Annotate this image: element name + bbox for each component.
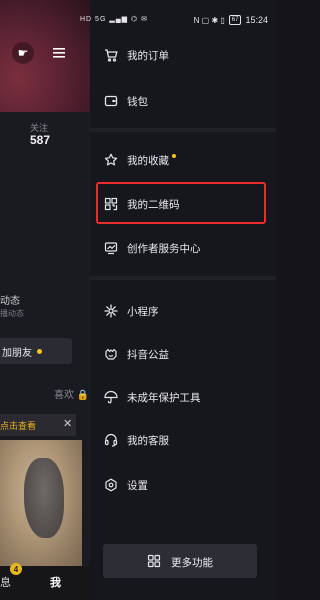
- dynamic-subtitle: 播动态: [0, 309, 24, 318]
- battery-icon: 67: [228, 15, 242, 25]
- drawer-item-settings[interactable]: 设置: [90, 470, 276, 500]
- drawer-item-label: 抖音公益: [127, 348, 169, 361]
- drawer-item-label: 设置: [127, 479, 148, 492]
- likes-tab[interactable]: 喜欢 🔒: [54, 386, 89, 401]
- wallet-icon: [104, 94, 118, 108]
- chart-icon: [104, 241, 118, 255]
- highlight-box: [96, 182, 266, 224]
- profile-page-background: ☛ 关注 587 动态 播动态 加朋友 喜欢 🔒 点击查看 ✕ 4 息 我: [0, 0, 90, 600]
- system-icons: N ▢ ✱ ▯ 67 15:24: [194, 15, 268, 25]
- drawer-item-miniprogram[interactable]: 小程序: [90, 296, 276, 326]
- drawer-item-label: 我的客服: [127, 434, 169, 447]
- video-thumbnail[interactable]: [0, 440, 82, 566]
- drawer-item-label: 未成年保护工具: [127, 391, 201, 404]
- close-icon[interactable]: ✕: [63, 417, 72, 430]
- add-friend-button[interactable]: 加朋友: [0, 338, 72, 364]
- settings-icon: [104, 478, 118, 492]
- grid-icon: [147, 554, 161, 568]
- miniprogram-icon: [104, 304, 118, 318]
- drawer-item-favorites[interactable]: 我的收藏: [90, 145, 276, 175]
- star-icon: [104, 153, 118, 167]
- divider: [90, 128, 276, 132]
- drawer-item-wallet[interactable]: 钱包: [90, 86, 276, 116]
- divider: [90, 276, 276, 280]
- message-badge: 4: [10, 563, 22, 575]
- dynamic-title: 动态: [0, 296, 20, 307]
- drawer-item-minor-protection[interactable]: 未成年保护工具: [90, 382, 276, 412]
- hand-pointer-icon[interactable]: ☛: [12, 42, 34, 64]
- umbrella-icon: [104, 390, 118, 404]
- following-count[interactable]: 587: [30, 133, 50, 147]
- status-icons: N ▢ ✱ ▯: [193, 15, 225, 25]
- add-friend-label: 加朋友: [2, 347, 32, 359]
- more-features-button[interactable]: 更多功能: [103, 544, 257, 578]
- dog-image: [24, 458, 64, 538]
- drawer-item-charity[interactable]: 抖音公益: [90, 339, 276, 369]
- charity-icon: [104, 347, 118, 361]
- drawer-item-orders[interactable]: 我的订单: [90, 40, 276, 70]
- status-bar: HD 5G ▂▄▆ ⌬ ✉ N ▢ ✱ ▯ 67 15:24: [0, 0, 276, 38]
- nav-message-tab[interactable]: 息: [0, 574, 11, 590]
- drawer-item-label: 钱包: [127, 95, 148, 108]
- drawer-item-label: 我的订单: [127, 49, 169, 62]
- drawer-item-label: 小程序: [127, 305, 159, 318]
- clock: 15:24: [245, 15, 268, 25]
- more-features-label: 更多功能: [171, 557, 213, 569]
- nav-me-tab[interactable]: 我: [50, 574, 61, 590]
- headset-icon: [104, 433, 118, 447]
- new-dot-icon: [37, 348, 42, 354]
- new-dot-icon: [172, 154, 176, 158]
- network-icons: HD 5G ▂▄▆ ⌬ ✉: [80, 16, 148, 23]
- drawer-item-customer-service[interactable]: 我的客服: [90, 425, 276, 455]
- menu-icon[interactable]: [48, 42, 70, 64]
- drawer-item-label: 创作者服务中心: [127, 242, 201, 255]
- drawer-item-label: 我的收藏: [127, 154, 169, 167]
- cart-icon: [104, 48, 118, 62]
- side-drawer: 我的订单 钱包 我的收藏 我的二维码 创作者服务中心 小程序 抖音公益 未成年保…: [90, 0, 276, 600]
- drawer-item-creator-center[interactable]: 创作者服务中心: [90, 233, 276, 263]
